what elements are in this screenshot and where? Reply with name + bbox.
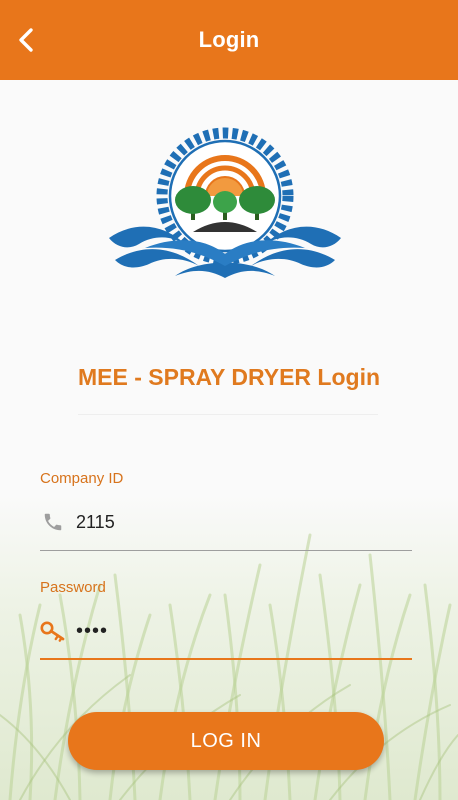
login-heading: MEE - SPRAY DRYER Login — [77, 364, 381, 390]
divider — [78, 414, 378, 415]
phone-icon — [40, 509, 66, 535]
company-id-row — [40, 500, 412, 544]
password-input[interactable] — [74, 618, 398, 644]
password-label: Password — [40, 579, 106, 596]
password-row — [40, 609, 412, 653]
company-id-input[interactable] — [74, 510, 398, 534]
page-title: Login — [198, 27, 260, 52]
key-icon — [40, 618, 66, 644]
login-button[interactable]: LOG IN — [68, 712, 384, 770]
chevron-left-icon — [19, 28, 33, 52]
password-underline — [40, 658, 412, 660]
app-bar: Login — [0, 0, 458, 80]
company-id-underline — [40, 550, 412, 551]
company-logo — [109, 127, 341, 278]
back-button[interactable] — [6, 20, 46, 60]
company-id-label: Company ID — [40, 470, 124, 487]
